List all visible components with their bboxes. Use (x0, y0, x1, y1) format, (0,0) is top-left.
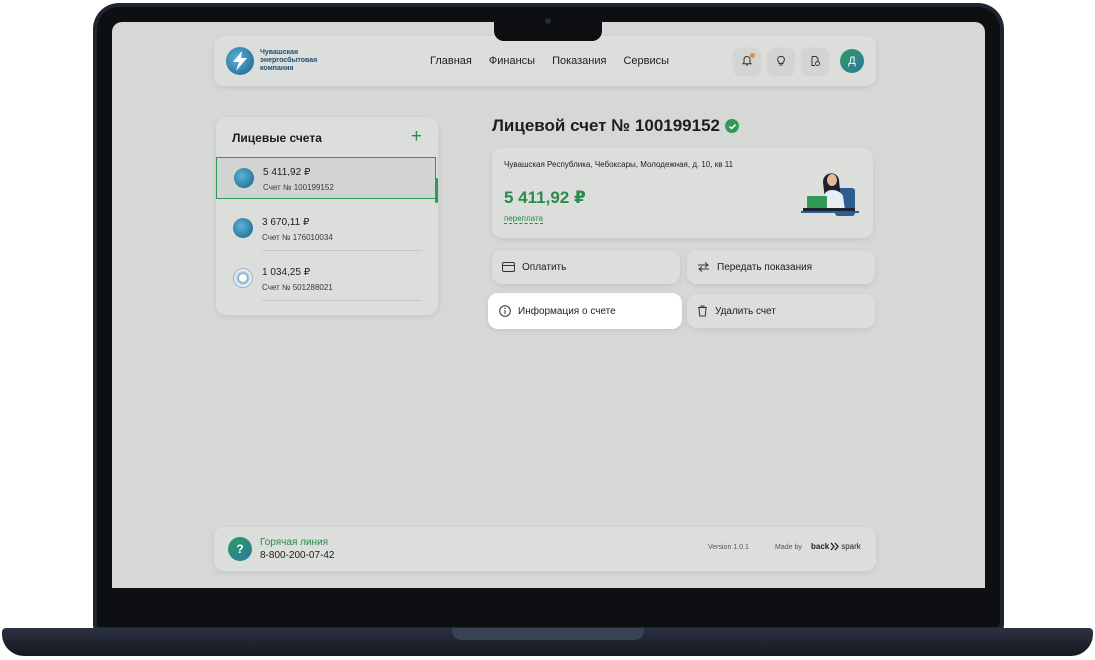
maker-name-a: back (811, 542, 830, 551)
history-button[interactable] (802, 48, 828, 74)
notifications-button[interactable] (734, 48, 760, 74)
app-screen: Чувашская энергосбытовая компания Главна… (112, 22, 985, 588)
user-avatar[interactable]: Д (840, 49, 864, 73)
account-number: Счет № 176010034 (262, 233, 333, 242)
card-icon (502, 262, 515, 272)
account-item-501288021[interactable]: 1 034,25 ₽ Счет № 501288021 (216, 258, 436, 300)
account-info-card: Чувашская Республика, Чебоксары, Молодеж… (492, 148, 873, 238)
delete-account-label: Удалить счет (715, 305, 776, 317)
account-number: Счет № 501288021 (262, 283, 333, 292)
camera-icon (545, 18, 551, 24)
account-title: Лицевой счет № 100199152 (492, 116, 720, 135)
info-icon (499, 305, 511, 317)
main-nav: Главная Финансы Показания Сервисы (430, 55, 669, 67)
backspark-logo[interactable]: back spark (811, 542, 861, 551)
accounts-panel: Лицевые счета + 5 411,92 ₽ Счет № 100199… (216, 117, 438, 315)
submit-readings-button[interactable]: Передать показания (687, 250, 875, 284)
top-header: Чувашская энергосбытовая компания Главна… (214, 36, 876, 86)
lightbulb-icon (777, 56, 785, 66)
delete-account-button[interactable]: Удалить счет (687, 294, 875, 328)
nav-finance[interactable]: Финансы (489, 55, 535, 67)
balance-status: переплата (504, 214, 543, 224)
chuvash-energo-logo-icon (234, 168, 254, 188)
hotline-label: Горячая линия (260, 537, 329, 548)
made-by-label: Made by (775, 544, 802, 551)
account-address: Чувашская Республика, Чебоксары, Молодеж… (504, 160, 734, 169)
chuvash-energo-logo-icon (233, 218, 253, 238)
laptop-base-groove (452, 628, 644, 640)
account-amount: 1 034,25 ₽ (262, 267, 311, 278)
active-indicator (435, 178, 438, 203)
hotline-phone[interactable]: 8-800-200-07-42 (260, 550, 335, 561)
woman-with-laptop-illustration (801, 173, 859, 216)
help-question-icon[interactable]: ? (228, 537, 252, 561)
chevrons-icon (830, 542, 840, 551)
verified-check-icon (725, 119, 739, 133)
nav-readings[interactable]: Показания (552, 55, 606, 67)
list-divider (262, 300, 422, 301)
account-info-label: Информация о счете (518, 305, 616, 317)
swap-arrows-icon (698, 262, 709, 272)
notification-dot (750, 53, 755, 58)
account-number: Счет № 100199152 (263, 183, 334, 192)
app-version: Version 1.0.1 (708, 544, 749, 551)
lightning-logo-icon (226, 47, 254, 75)
brand-logo[interactable]: Чувашская энергосбытовая компания (226, 47, 406, 75)
submit-readings-label: Передать показания (717, 261, 813, 273)
pay-label: Оплатить (522, 261, 567, 273)
account-balance: 5 411,92 ₽ (504, 188, 586, 207)
document-clock-icon (811, 56, 820, 66)
account-item-100199152[interactable]: 5 411,92 ₽ Счет № 100199152 (216, 157, 438, 203)
nav-home[interactable]: Главная (430, 55, 472, 67)
account-info-button[interactable]: Информация о счете (488, 293, 682, 329)
add-account-icon[interactable]: + (411, 127, 422, 147)
nav-services[interactable]: Сервисы (623, 55, 669, 67)
water-utility-logo-icon (233, 268, 253, 288)
footer: ? Горячая линия 8-800-200-07-42 Version … (214, 527, 876, 571)
brand-name: Чувашская энергосбытовая компания (260, 49, 318, 72)
maker-name-b: spark (841, 542, 861, 551)
account-item-176010034[interactable]: 3 670,11 ₽ Счет № 176010034 (216, 208, 436, 250)
trash-icon (698, 305, 707, 317)
header-icons: Д (734, 48, 864, 74)
accounts-title: Лицевые счета (232, 131, 322, 145)
account-amount: 5 411,92 ₽ (263, 167, 311, 178)
page-title: Лицевой счет № 100199152 (492, 116, 739, 136)
account-amount: 3 670,11 ₽ (262, 217, 310, 228)
pay-button[interactable]: Оплатить (492, 250, 680, 284)
tips-button[interactable] (768, 48, 794, 74)
camera-notch (494, 7, 602, 41)
list-divider (262, 250, 422, 251)
